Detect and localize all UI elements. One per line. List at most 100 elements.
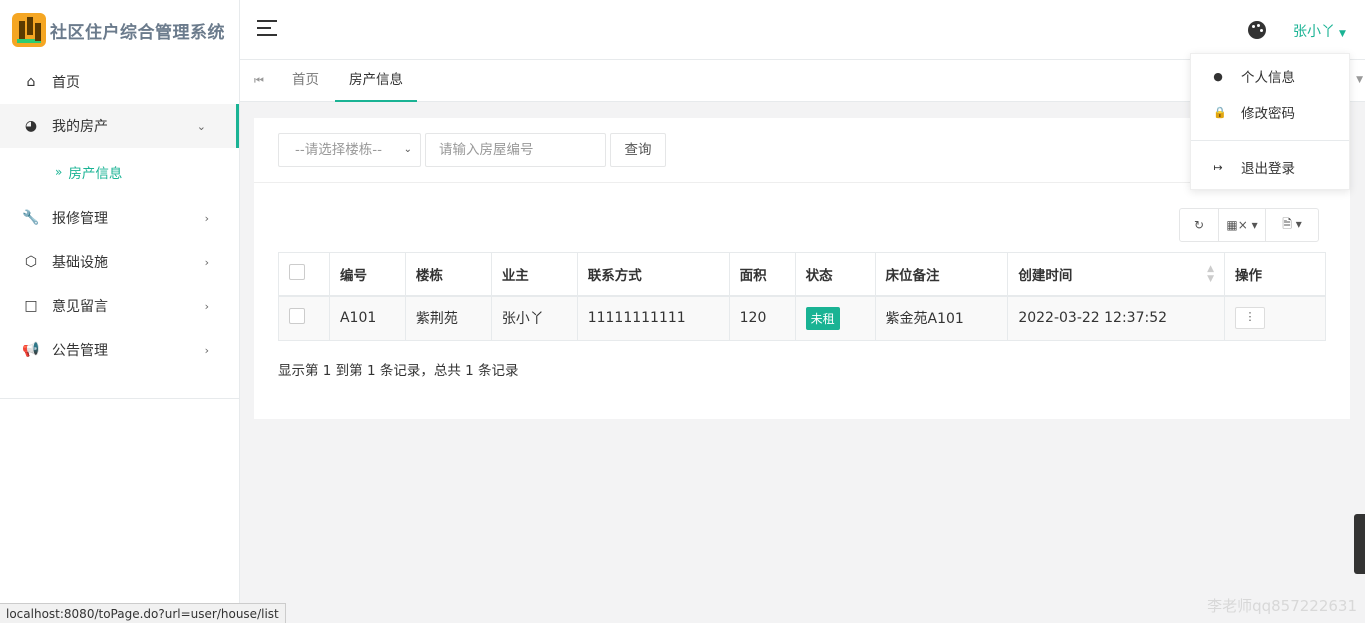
sidebar-item-feedback[interactable]: □ 意见留言 › [0,284,239,328]
side-panel-handle[interactable] [1354,514,1365,574]
house-table: 编号 楼栋 业主 联系方式 面积 状态 床位备注 创建时间 ▲ ▼ 操作 A101… [278,252,1326,341]
chevron-right-icon: › [204,343,209,357]
col-owner[interactable]: 业主 [490,252,578,297]
sidebar-item-my-property[interactable]: ◕ 我的房产 ⌄ [0,104,239,148]
menu-item-profile[interactable]: ● 个人信息 [1191,58,1349,94]
sidebar-item-home[interactable]: ⌂ 首页 [0,60,239,104]
row-checkbox[interactable] [289,308,305,325]
col-phone[interactable]: 联系方式 [576,252,730,297]
query-button[interactable]: 查询 [610,133,666,167]
home-icon: ⌂ [26,74,36,90]
menu-item-change-password[interactable]: 🔒 修改密码 [1191,94,1349,130]
tab-property-info[interactable]: 房产信息 [335,60,417,102]
sort-icon[interactable]: ▲ ▼ [1207,264,1214,284]
wrench-icon: 🔧 [22,210,40,226]
sidebar-menu: ⌂ 首页 ◕ 我的房产 ⌄ » 房产信息 🔧 报修管理 › ⬡ 基础设施 › □… [0,60,239,372]
col-created[interactable]: 创建时间 ▲ ▼ [1007,252,1226,297]
building-select-value: --请选择楼栋-- [295,142,382,158]
comment-icon: □ [24,298,38,314]
sidebar-subitem-label: 房产信息 [68,166,123,182]
cell-phone: 11111111111 [576,295,730,341]
col-area[interactable]: 面积 [728,252,796,297]
cube-icon: ⬡ [24,254,38,270]
brand[interactable]: 社区住户综合管理系统 [0,0,239,60]
row-actions-button[interactable]: ⋮ [1235,307,1266,330]
columns-icon: ▦× ▾ [1226,218,1258,232]
cell-bed-note: 紫金苑A101 [874,295,1009,341]
col-status[interactable]: 状态 [794,252,876,297]
menu-divider [1191,140,1349,141]
table-row[interactable]: A101 紫荆苑 张小丫 11111111111 120 未租 紫金苑A101 … [278,295,1326,341]
sidebar-item-label: 公告管理 [52,343,108,359]
cell-area: 120 [728,295,796,341]
menu-toggle-icon[interactable] [257,20,277,38]
cell-actions: ⋮ [1224,295,1326,341]
tab-home[interactable]: 首页 [292,60,319,102]
row-select-cell[interactable] [278,295,330,341]
sidebar-item-label: 基础设施 [52,255,108,271]
col-building[interactable]: 楼栋 [404,252,492,297]
col-code[interactable]: 编号 [328,252,406,297]
col-created-label: 创建时间 [1018,267,1073,284]
table-header-row: 编号 楼栋 业主 联系方式 面积 状态 床位备注 创建时间 ▲ ▼ 操作 [278,252,1326,297]
sidebar-divider [0,398,239,399]
tabs-scroll-left-icon[interactable]: ⏮ [254,74,264,88]
bullhorn-icon: 📢 [22,342,40,358]
top-navbar: 张小丫 ▼ [240,0,1365,60]
status-badge: 未租 [805,306,840,330]
sidebar-item-facilities[interactable]: ⬡ 基础设施 › [0,240,239,284]
table-toolbar: ↻ ▦× ▾ 🗎 ▾ [1179,208,1319,242]
sidebar-item-label: 我的房产 [52,119,108,135]
user-dropdown-menu: ● 个人信息 🔒 修改密码 ↦ 退出登录 [1190,53,1350,190]
sidebar-item-label: 首页 [52,75,80,91]
chevron-right-icon: › [204,299,209,313]
search-toolbar: --请选择楼栋-- ⌄ 请输入房屋编号 查询 [254,118,1350,183]
browser-status-url: localhost:8080/toPage.do?url=user/house/… [0,603,286,623]
house-code-input[interactable]: 请输入房屋编号 [425,133,606,167]
more-vertical-icon: ⋮ [1244,310,1256,324]
chevron-right-icon: › [204,255,209,269]
select-all-cell[interactable] [278,252,330,297]
chevron-down-icon: ⌄ [403,144,412,155]
sidebar: 社区住户综合管理系统 ⌂ 首页 ◕ 我的房产 ⌄ » 房产信息 🔧 报修管理 ›… [0,0,240,623]
caret-down-icon: ▼ [1339,29,1346,39]
sidebar-item-label: 意见留言 [52,299,108,315]
logout-icon: ↦ [1213,160,1223,174]
house-icon: ◕ [24,118,38,134]
lock-icon: 🔒 [1213,105,1227,119]
export-button[interactable]: 🗎 ▾ [1266,209,1318,241]
user-menu-toggle[interactable]: 张小丫 ▼ [1293,21,1346,41]
chevron-right-icon: › [204,211,209,225]
user-icon: ● [1213,69,1223,83]
double-chevron-right-icon: » [55,165,63,179]
select-all-checkbox[interactable] [289,263,305,280]
building-select[interactable]: --请选择楼栋-- ⌄ [278,133,421,167]
menu-item-label: 个人信息 [1241,70,1295,86]
menu-item-label: 修改密码 [1241,106,1295,122]
refresh-button[interactable]: ↻ [1180,209,1219,241]
file-export-icon: 🗎 ▾ [1282,216,1302,231]
content-panel: --请选择楼栋-- ⌄ 请输入房屋编号 查询 ↻ ▦× ▾ 🗎 ▾ 编号 楼栋 … [254,118,1350,419]
tabs-menu-caret-icon[interactable]: ▼ [1356,75,1363,85]
chevron-down-icon: ⌄ [196,119,206,133]
cell-owner: 张小丫 [490,295,578,341]
cell-created: 2022-03-22 12:37:52 [1007,295,1226,341]
columns-toggle-button[interactable]: ▦× ▾ [1219,209,1266,241]
col-actions: 操作 [1224,252,1326,297]
watermark-text: 李老师qq857222631 [1207,597,1357,615]
cell-status: 未租 [794,295,876,341]
app-logo-icon [12,13,46,47]
sidebar-subitem-property-info[interactable]: » 房产信息 [0,148,239,196]
sidebar-item-label: 报修管理 [52,211,108,227]
refresh-icon: ↻ [1193,218,1205,232]
cell-building: 紫荆苑 [404,295,492,341]
sidebar-item-announcements[interactable]: 📢 公告管理 › [0,328,239,372]
sidebar-item-repair[interactable]: 🔧 报修管理 › [0,196,239,240]
col-bed-note[interactable]: 床位备注 [874,252,1009,297]
menu-item-label: 退出登录 [1241,161,1295,177]
user-name: 张小丫 [1293,24,1335,40]
pagination-info: 显示第 1 到第 1 条记录，总共 1 条记录 [278,363,519,379]
menu-item-logout[interactable]: ↦ 退出登录 [1191,149,1349,185]
app-title: 社区住户综合管理系统 [50,22,225,43]
theme-palette-icon[interactable] [1248,21,1266,39]
